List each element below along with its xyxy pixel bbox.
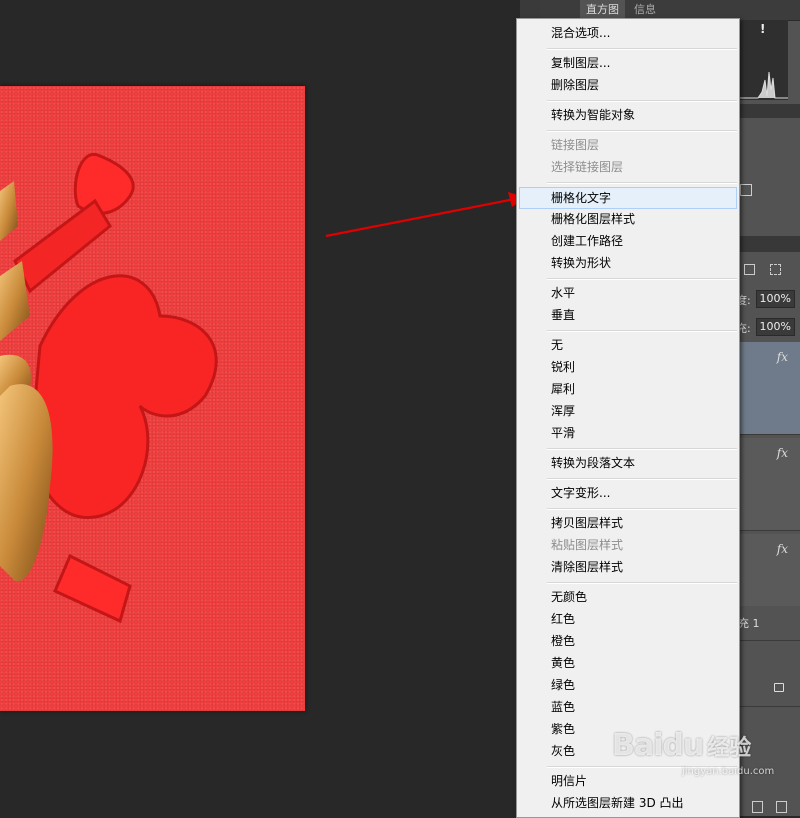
menu-item-new-3d-extrusion[interactable]: 从所选图层新建 3D 凸出 <box>518 792 738 814</box>
tab-info[interactable]: 信息 <box>628 0 662 20</box>
menu-separator <box>547 278 737 280</box>
crop-icon[interactable] <box>770 264 781 275</box>
menu-item-antialias-crisp[interactable]: 犀利 <box>518 378 738 400</box>
menu-separator <box>547 508 737 510</box>
flower-body <box>28 274 218 520</box>
layer-name: 充 1 <box>738 617 760 630</box>
layer-row[interactable]: fx <box>738 342 800 435</box>
menu-item-rasterize-type[interactable]: 栅格化文字 <box>519 187 737 209</box>
lock-icon[interactable] <box>774 683 784 692</box>
document-canvas[interactable] <box>0 86 305 711</box>
menu-separator <box>547 478 737 480</box>
panel-header-layers <box>738 236 800 252</box>
fx-icon[interactable]: fx <box>777 446 788 460</box>
annotation-arrow <box>325 192 525 238</box>
layer-row[interactable] <box>738 670 800 707</box>
panel-header-adjust <box>738 104 800 118</box>
menu-item-rasterize-layer-style[interactable]: 栅格化图层样式 <box>518 208 738 230</box>
fill-field[interactable]: 100% <box>756 318 795 336</box>
layer-context-menu: 混合选项... 复制图层... 删除图层 转换为智能对象 链接图层 选择链接图层… <box>516 18 740 818</box>
menu-item-blending-options[interactable]: 混合选项... <box>518 22 738 44</box>
watermark-brand: Baidu <box>612 728 704 763</box>
menu-separator <box>547 330 737 332</box>
menu-item-delete-layer[interactable]: 删除图层 <box>518 74 738 96</box>
document-workspace <box>0 0 540 816</box>
watermark-suffix: 经验 <box>707 736 752 761</box>
menu-item-antialias-sharp[interactable]: 锐利 <box>518 356 738 378</box>
opacity-field[interactable]: 100% <box>756 290 795 308</box>
menu-item-warp-text[interactable]: 文字变形... <box>518 482 738 504</box>
flower-petal-top <box>73 152 135 215</box>
menu-item-color-blue[interactable]: 蓝色 <box>518 696 738 718</box>
menu-item-color-yellow[interactable]: 黄色 <box>518 652 738 674</box>
menu-item-duplicate-layer[interactable]: 复制图层... <box>518 52 738 74</box>
menu-item-copy-layer-style[interactable]: 拷贝图层样式 <box>518 512 738 534</box>
ray-bottom <box>53 553 132 624</box>
layer-row[interactable]: fx <box>738 438 800 531</box>
histogram-bars <box>738 71 788 99</box>
new-layer-icon[interactable] <box>752 801 763 813</box>
canvas-artwork <box>0 152 218 624</box>
menu-separator <box>547 448 737 450</box>
menu-separator <box>547 48 737 50</box>
trash-icon[interactable] <box>776 801 787 813</box>
menu-item-vertical[interactable]: 垂直 <box>518 304 738 326</box>
menu-item-antialias-smooth[interactable]: 平滑 <box>518 422 738 444</box>
menu-item-convert-paragraph-text[interactable]: 转换为段落文本 <box>518 452 738 474</box>
menu-item-color-red[interactable]: 红色 <box>518 608 738 630</box>
menu-item-color-none[interactable]: 无颜色 <box>518 586 738 608</box>
menu-item-select-linked-layers: 选择链接图层 <box>551 160 624 174</box>
menu-item-antialias-none[interactable]: 无 <box>518 334 738 356</box>
layer-name-number: 1 <box>752 617 760 630</box>
menu-separator <box>547 182 737 184</box>
menu-separator <box>547 582 737 584</box>
baidu-watermark: Baidu 经验 jingyan.baidu.com <box>612 728 774 777</box>
tab-histogram[interactable]: 直方图 <box>580 0 625 20</box>
gold-stroke-top <box>0 181 18 241</box>
histogram-graph: ! <box>738 20 788 100</box>
menu-item-convert-smart-object[interactable]: 转换为智能对象 <box>518 104 738 126</box>
menu-item-horizontal[interactable]: 水平 <box>518 282 738 304</box>
transform-icon[interactable] <box>744 264 755 275</box>
ray-top-left <box>13 198 112 294</box>
menu-item-color-green[interactable]: 绿色 <box>518 674 738 696</box>
grid-icon[interactable] <box>740 184 752 196</box>
gold-stroke-main <box>0 384 53 582</box>
menu-item-antialias-strong[interactable]: 浑厚 <box>518 400 738 422</box>
menu-item-color-orange[interactable]: 橙色 <box>518 630 738 652</box>
fx-icon[interactable]: fx <box>777 350 788 364</box>
menu-item-link-layers: 链接图层 <box>551 138 600 152</box>
fx-icon[interactable]: fx <box>777 542 788 556</box>
menu-item-clear-layer-style[interactable]: 清除图层样式 <box>518 556 738 578</box>
watermark-site: jingyan.baidu.com <box>682 766 775 777</box>
menu-separator <box>547 130 737 132</box>
layer-row[interactable]: 充 1 <box>738 606 800 641</box>
menu-item-paste-layer-style: 粘贴图层样式 <box>551 538 624 552</box>
menu-item-convert-to-shape[interactable]: 转换为形状 <box>518 252 738 274</box>
menu-item-create-work-path[interactable]: 创建工作路径 <box>518 230 738 252</box>
menu-separator <box>547 100 737 102</box>
